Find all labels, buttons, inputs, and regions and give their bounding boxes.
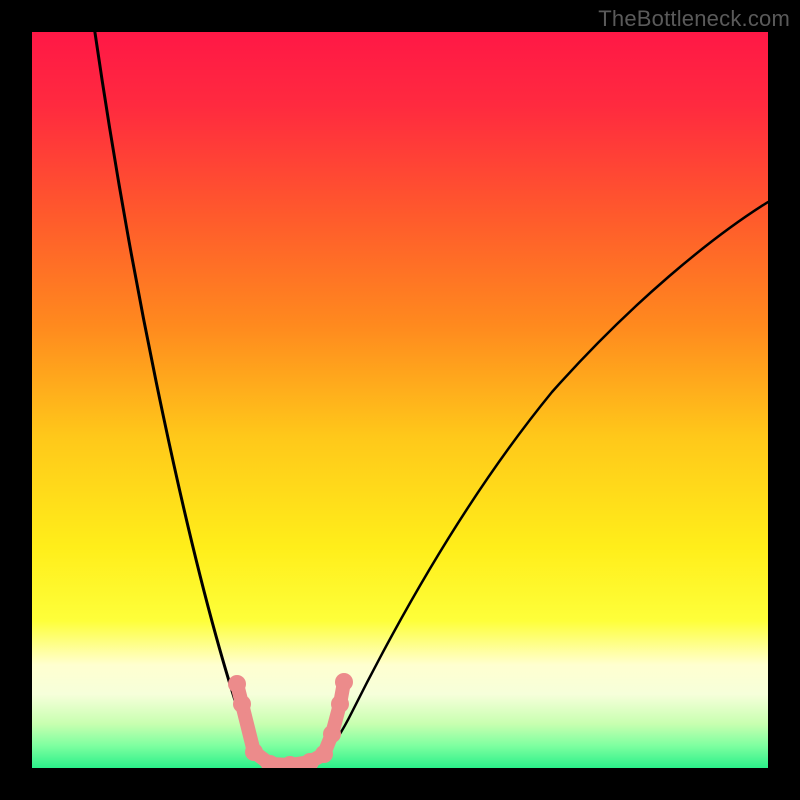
curve-left xyxy=(92,32,297,767)
marker-dot xyxy=(335,673,353,691)
curve-layer xyxy=(32,32,768,768)
marker-dot xyxy=(331,695,349,713)
curve-right xyxy=(297,202,768,767)
marker-dot xyxy=(228,675,246,693)
marker-group xyxy=(228,673,353,768)
marker-dot xyxy=(245,743,263,761)
marker-dot xyxy=(323,725,341,743)
chart-frame: TheBottleneck.com xyxy=(0,0,800,800)
plot-area xyxy=(32,32,768,768)
marker-dot xyxy=(315,745,333,763)
marker-dot xyxy=(233,695,251,713)
watermark-text: TheBottleneck.com xyxy=(598,6,790,32)
